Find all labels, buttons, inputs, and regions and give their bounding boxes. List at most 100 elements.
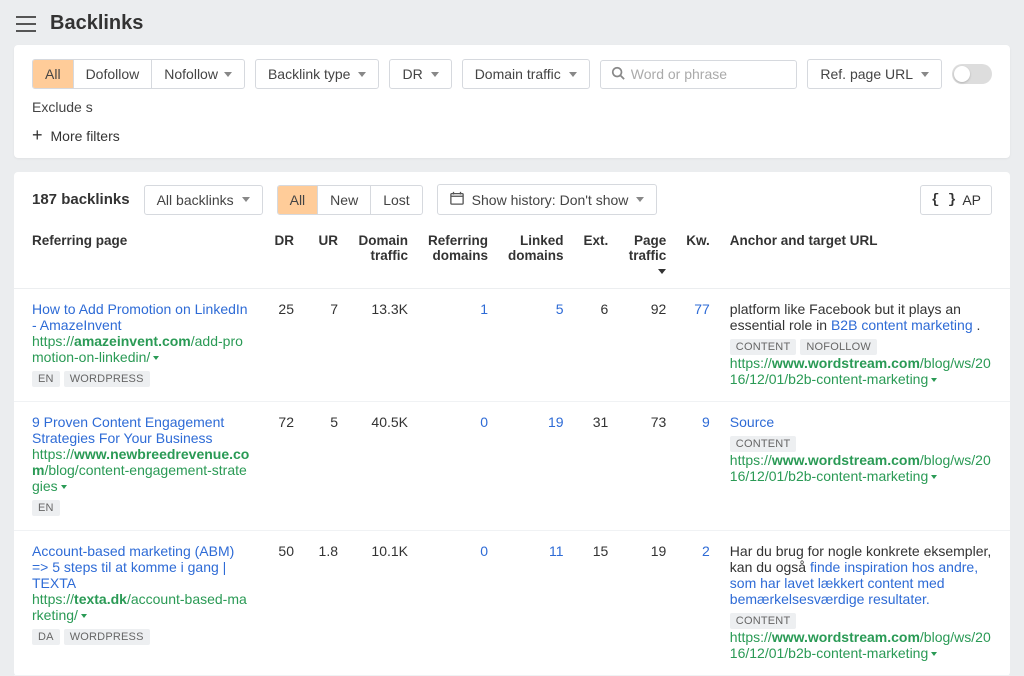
anchor-link[interactable]: B2B content marketing [831,317,973,333]
col-page-traffic-label: Page traffic [629,233,667,263]
ref-domains-link[interactable]: 0 [480,543,488,559]
kw-link[interactable]: 77 [694,301,710,317]
cell-linked-domains: 11 [498,531,574,676]
calendar-icon [450,191,464,208]
cell-ext: 6 [574,289,619,402]
filter-all[interactable]: All [33,60,73,88]
badge: CONTENT [730,339,797,355]
col-ref-domains[interactable]: Referring domains [418,225,498,289]
ref-domains-link[interactable]: 1 [480,301,488,317]
col-dr[interactable]: DR [260,225,304,289]
cell-dr: 50 [260,531,304,676]
ref-page-url-dropdown[interactable]: Ref. page URL [807,59,942,89]
ref-page-url[interactable]: https://www.newbreedrevenue.com/blog/con… [32,446,249,494]
exclude-toggle[interactable] [952,64,992,84]
ref-page-url[interactable]: https://amazeinvent.com/add-promotion-on… [32,333,243,365]
search-field[interactable] [600,60,798,89]
backlinks-table: Referring page DR UR Domain traffic Refe… [14,225,1010,676]
mode-group: All New Lost [277,185,423,215]
menu-icon[interactable] [16,16,36,32]
braces-icon: { } [931,192,956,208]
target-url[interactable]: https://www.wordstream.com/blog/ws/2016/… [730,629,991,661]
api-button[interactable]: { } AP [920,185,992,215]
content-panel: 187 backlinks All backlinks All New Lost… [14,172,1010,676]
kw-link[interactable]: 9 [702,414,710,430]
cell-page-traffic: 73 [618,402,676,531]
cell-page-traffic: 92 [618,289,676,402]
chevron-down-icon [931,652,937,656]
badge: WORDPRESS [64,371,150,387]
cell-anchor: platform like Facebook but it plays an e… [720,289,1010,402]
kw-link[interactable]: 2 [702,543,710,559]
dr-label: DR [402,66,422,82]
cell-anchor: Source CONTENThttps://www.wordstream.com/… [720,402,1010,531]
col-anchor[interactable]: Anchor and target URL [720,225,1010,289]
search-icon [611,66,625,83]
badge: WORDPRESS [64,629,150,645]
cell-ref-page: 9 Proven Content Engagement Strategies F… [14,402,260,531]
cell-ref-domains: 0 [418,402,498,531]
target-url[interactable]: https://www.wordstream.com/blog/ws/2016/… [730,452,991,484]
plus-icon: + [32,125,43,146]
chevron-down-icon [61,485,67,489]
chevron-down-icon [242,197,250,202]
col-page-traffic[interactable]: Page traffic [618,225,676,289]
chevron-down-icon [153,356,159,360]
ref-page-title[interactable]: Account-based marketing (ABM) => 5 steps… [32,543,234,591]
anchor-text: platform like Facebook but it plays an e… [730,301,981,333]
cell-kw: 9 [676,402,720,531]
linked-domains-link[interactable]: 19 [548,414,564,430]
domain-traffic-label: Domain traffic [475,66,561,82]
anchor-link[interactable]: finde inspiration hos andre, som har lav… [730,559,978,607]
domain-traffic-dropdown[interactable]: Domain traffic [462,59,590,89]
linked-domains-link[interactable]: 11 [549,543,564,559]
ref-domains-link[interactable]: 0 [480,414,488,430]
col-linked-domains[interactable]: Linked domains [498,225,574,289]
mode-all[interactable]: All [278,186,318,214]
chevron-down-icon [81,614,87,618]
ref-page-url[interactable]: https://texta.dk/account-based-marketing… [32,591,247,623]
all-backlinks-dropdown[interactable]: All backlinks [144,185,263,215]
cell-domain-traffic: 10.1K [348,531,418,676]
badge: CONTENT [730,436,797,452]
col-ext[interactable]: Ext. [574,225,619,289]
cell-ref-page: Account-based marketing (ABM) => 5 steps… [14,531,260,676]
page-title: Backlinks [50,12,143,35]
backlinks-count: 187 backlinks [32,191,130,208]
show-history-dropdown[interactable]: Show history: Don't show [437,184,658,215]
badge: NOFOLLOW [800,339,877,355]
search-input[interactable] [631,66,787,82]
cell-ref-domains: 1 [418,289,498,402]
sort-desc-icon [658,269,666,274]
content-toolbar: 187 backlinks All backlinks All New Lost… [14,172,1010,225]
filter-dofollow[interactable]: Dofollow [73,60,152,88]
col-ur[interactable]: UR [304,225,348,289]
col-referring-page[interactable]: Referring page [14,225,260,289]
mode-new[interactable]: New [317,186,370,214]
cell-page-traffic: 19 [618,531,676,676]
table-row: 9 Proven Content Engagement Strategies F… [14,402,1010,531]
filter-nofollow-label: Nofollow [164,66,218,82]
cell-dr: 72 [260,402,304,531]
chevron-down-icon [636,197,644,202]
cell-ref-page: How to Add Promotion on LinkedIn - Amaze… [14,289,260,402]
target-url[interactable]: https://www.wordstream.com/blog/ws/2016/… [730,355,991,387]
ref-page-title[interactable]: 9 Proven Content Engagement Strategies F… [32,414,224,446]
mode-lost[interactable]: Lost [370,186,421,214]
filters-panel: All Dofollow Nofollow Backlink type DR D… [14,45,1010,158]
table-row: Account-based marketing (ABM) => 5 steps… [14,531,1010,676]
cell-linked-domains: 5 [498,289,574,402]
linked-domains-link[interactable]: 5 [556,301,564,317]
cell-ur: 7 [304,289,348,402]
backlink-type-dropdown[interactable]: Backlink type [255,59,379,89]
more-filters-row[interactable]: + More filters [32,125,992,146]
col-domain-traffic[interactable]: Domain traffic [348,225,418,289]
filter-nofollow[interactable]: Nofollow [151,60,244,88]
ref-page-title[interactable]: How to Add Promotion on LinkedIn - Amaze… [32,301,248,333]
cell-dr: 25 [260,289,304,402]
dr-dropdown[interactable]: DR [389,59,451,89]
anchor-text: Har du brug for nogle konkrete eksempler… [730,543,991,607]
col-kw[interactable]: Kw. [676,225,720,289]
chevron-down-icon [224,72,232,77]
anchor-link[interactable]: Source [730,414,774,430]
